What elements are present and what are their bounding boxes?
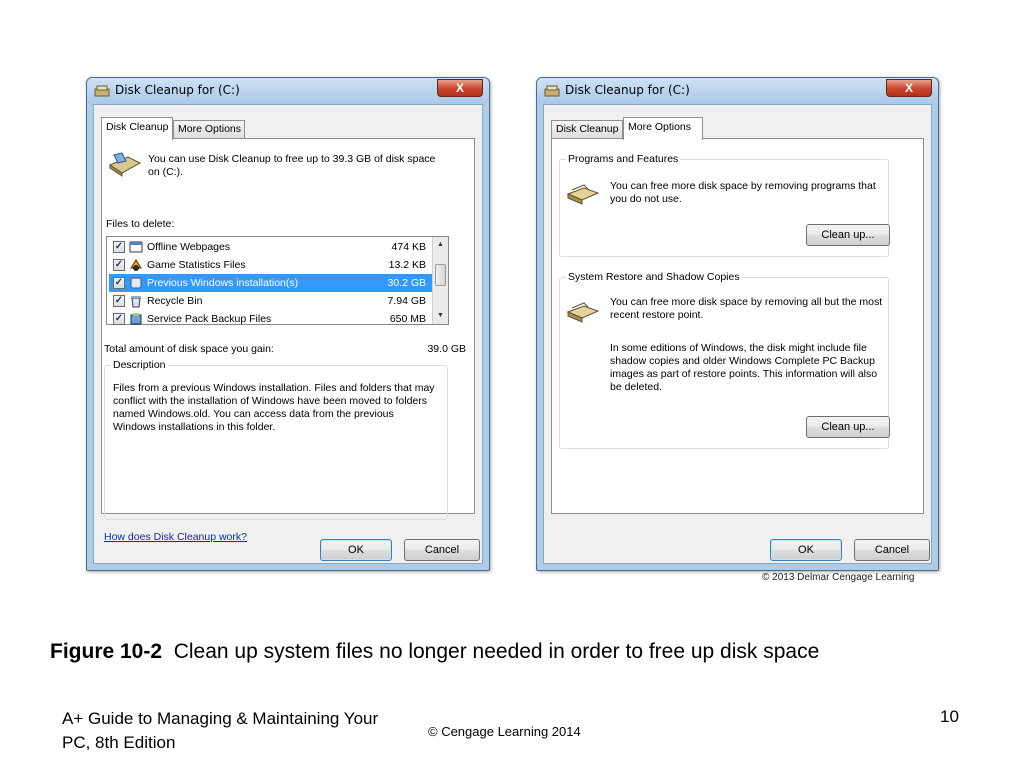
tab-more-options[interactable]: More Options — [173, 120, 245, 139]
tab-panel: You can use Disk Cleanup to free up to 3… — [101, 138, 475, 543]
programs-clean-up-button[interactable]: Clean up... — [806, 224, 890, 246]
book-title: A+ Guide to Managing & Maintaining Your … — [62, 709, 379, 752]
title-bar[interactable]: Disk Cleanup for (C:) X — [87, 78, 489, 104]
help-link[interactable]: How does Disk Cleanup work? — [104, 531, 247, 544]
cancel-button[interactable]: Cancel — [854, 539, 930, 561]
title-bar[interactable]: Disk Cleanup for (C:) X — [537, 78, 938, 104]
file-name: Game Statistics Files — [147, 259, 246, 271]
files-to-delete-label: Files to delete: — [106, 218, 175, 230]
ok-button[interactable]: OK — [320, 539, 392, 561]
files-list[interactable]: ✓ Offline Webpages 474 KB ✓ Game Statist… — [106, 236, 449, 325]
scroll-up-icon[interactable]: ▲ — [433, 237, 448, 253]
close-button[interactable]: X — [437, 79, 483, 97]
checkbox[interactable]: ✓ — [113, 295, 125, 307]
list-item[interactable]: ✓ Game Statistics Files 13.2 KB — [109, 256, 432, 274]
tab-disk-cleanup[interactable]: Disk Cleanup — [101, 117, 173, 140]
vertical-scrollbar[interactable]: ▲ ▼ — [432, 237, 448, 324]
checkbox[interactable]: ✓ — [113, 259, 125, 271]
tab-more-options[interactable]: More Options — [623, 117, 703, 140]
list-item[interactable]: ✓ Previous Windows installation(s) 30.2 … — [109, 274, 432, 292]
dialog-client: Disk Cleanup More Options Programs and F… — [543, 104, 932, 564]
restore-text: You can free more disk space by removing… — [610, 296, 883, 321]
programs-icon — [566, 184, 600, 205]
file-size: 474 KB — [391, 241, 426, 253]
programs-features-label: Programs and Features — [566, 152, 681, 166]
disk-cleanup-window-left: Disk Cleanup for (C:) X Disk Cleanup Mor… — [86, 77, 490, 571]
programs-features-group: Programs and Features You can free more … — [559, 152, 890, 257]
file-size: 13.2 KB — [388, 259, 426, 271]
figure-label: Figure 10-2 — [50, 640, 163, 663]
file-size: 650 MB — [389, 313, 426, 325]
image-credit: © 2013 Delmar Cengage Learning — [762, 572, 915, 583]
window-title: Disk Cleanup for (C:) — [115, 83, 240, 97]
scroll-down-icon[interactable]: ▼ — [433, 308, 448, 324]
service-pack-icon — [130, 313, 142, 325]
file-name: Previous Windows installation(s) — [147, 277, 299, 289]
close-button[interactable]: X — [886, 79, 932, 97]
recycle-bin-icon — [131, 296, 141, 308]
ok-button[interactable]: OK — [770, 539, 842, 561]
list-item[interactable]: ✓ Service Pack Backup Files 650 MB — [109, 310, 432, 328]
page-number: 10 — [940, 707, 959, 726]
file-name: Offline Webpages — [147, 241, 231, 253]
list-item[interactable]: ✓ Recycle Bin 7.94 GB — [109, 292, 432, 310]
figure-text: Clean up system files no longer needed i… — [173, 640, 820, 663]
dialog-client: Disk Cleanup More Options You can use Di… — [93, 104, 483, 564]
checkbox[interactable]: ✓ — [113, 241, 125, 253]
game-icon — [130, 259, 142, 271]
disk-cleanup-window-right: Disk Cleanup for (C:) X Disk Cleanup Mor… — [536, 77, 939, 571]
copyright: © Cengage Learning 2014 — [428, 724, 581, 739]
disk-cleanup-icon — [94, 85, 110, 97]
checkbox[interactable]: ✓ — [113, 313, 125, 325]
webpage-icon — [129, 241, 143, 253]
restore-icon — [566, 302, 600, 323]
figure-caption: Figure 10-2 Clean up system files no lon… — [50, 640, 819, 664]
cancel-button[interactable]: Cancel — [404, 539, 480, 561]
list-item[interactable]: ✓ Offline Webpages 474 KB — [109, 238, 432, 256]
disk-cleanup-icon — [108, 152, 142, 177]
restore-note: In some editions of Windows, the disk mi… — [610, 342, 878, 393]
disk-cleanup-icon — [544, 85, 560, 97]
description-label: Description — [111, 358, 168, 372]
total-gain-value: 39.0 GB — [427, 343, 466, 355]
total-gain-label: Total amount of disk space you gain: — [104, 343, 274, 355]
system-restore-label: System Restore and Shadow Copies — [566, 270, 742, 284]
restore-clean-up-button[interactable]: Clean up... — [806, 416, 890, 438]
file-name: Recycle Bin — [147, 295, 203, 307]
intro-text: You can use Disk Cleanup to free up to 3… — [148, 153, 436, 178]
system-restore-group: System Restore and Shadow Copies You can… — [559, 270, 890, 449]
file-size: 7.94 GB — [387, 295, 426, 307]
scrollbar-thumb[interactable] — [435, 264, 446, 286]
programs-text: You can free more disk space by removing… — [610, 180, 876, 205]
file-name: Service Pack Backup Files — [147, 313, 272, 325]
tab-panel: Programs and Features You can free more … — [551, 138, 924, 514]
window-title: Disk Cleanup for (C:) — [565, 83, 690, 97]
tab-disk-cleanup[interactable]: Disk Cleanup — [551, 120, 623, 139]
windows-icon — [130, 277, 142, 289]
checkbox[interactable]: ✓ — [113, 277, 125, 289]
file-size: 30.2 GB — [387, 277, 426, 289]
description-text: Files from a previous Windows installati… — [113, 382, 435, 433]
description-group: Description Files from a previous Window… — [104, 358, 448, 520]
